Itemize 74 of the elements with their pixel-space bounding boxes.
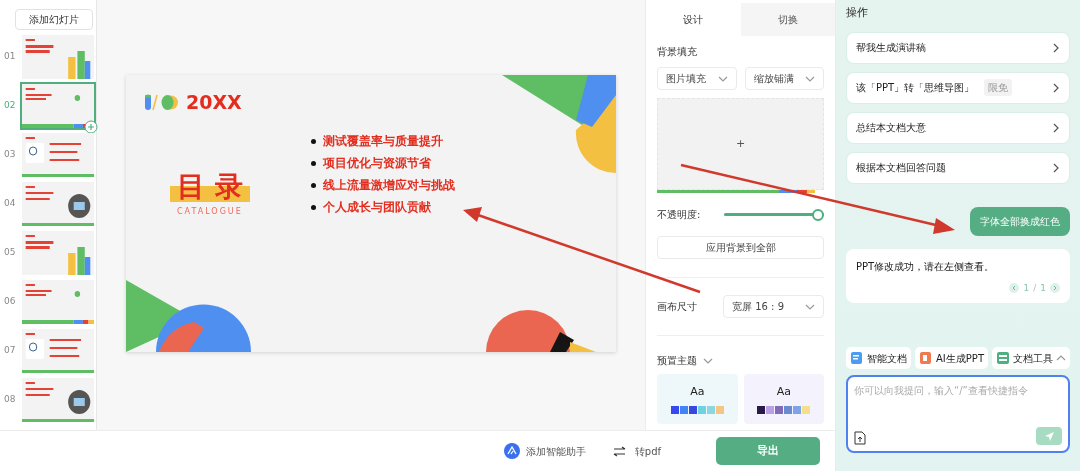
input-box[interactable]: 你可以向我提问，输入“/”查看快捷指令	[846, 375, 1070, 453]
slide-item[interactable]	[22, 280, 94, 324]
bullet-text: 测试覆盖率与质量提升	[323, 133, 443, 150]
slides-icon	[919, 351, 934, 365]
opacity-slider[interactable]	[724, 208, 825, 221]
chevron-right-icon	[1052, 82, 1060, 93]
bullet-icon	[311, 160, 316, 166]
upload-file-icon[interactable]	[854, 431, 867, 445]
swap-icon	[612, 445, 626, 457]
page-number: 1	[1023, 281, 1030, 295]
image-upload-area[interactable]: +	[657, 98, 825, 190]
bullet-text: 项目优化与资源节省	[323, 155, 431, 172]
slide-number: 05	[4, 246, 17, 260]
chevron-up-icon	[1056, 353, 1066, 363]
convert-pdf-button[interactable]: 转pdf	[612, 443, 662, 459]
suggestion-item[interactable]: 帮我生成演讲稿	[846, 31, 1070, 64]
chevron-right-icon	[1052, 122, 1060, 133]
slide-item[interactable]	[22, 84, 94, 128]
themes-label: 预置主题	[657, 354, 698, 368]
slide-number: 06	[4, 295, 17, 309]
slide-item[interactable]	[22, 182, 94, 226]
assistant-logo-icon	[503, 443, 520, 459]
slide-item[interactable]	[22, 329, 94, 373]
slide-number: 02	[4, 99, 17, 113]
chevron-right-icon	[1052, 42, 1060, 53]
chevron-right-icon	[1052, 162, 1060, 173]
slide-item[interactable]	[22, 231, 94, 275]
add-assistant-button[interactable]: 添加智能助手	[503, 443, 586, 459]
slide-number: 07	[4, 344, 17, 358]
bullet-icon	[311, 182, 316, 188]
bullet-text: 个人成长与团队贡献	[323, 199, 431, 216]
slide-number: 04	[4, 197, 17, 211]
user-message: 字体全部换成红色	[970, 206, 1070, 236]
send-icon	[1043, 430, 1055, 442]
add-slide-button[interactable]: 添加幻灯片	[15, 9, 93, 30]
year-text: 20XX	[186, 90, 242, 115]
slide-number: 03	[4, 148, 17, 162]
suggestion-item[interactable]: 总结本文档大意	[846, 111, 1070, 144]
slide-item[interactable]	[22, 133, 94, 177]
bullet-icon	[311, 204, 316, 210]
page-separator: /	[1033, 281, 1037, 295]
slide-item[interactable]	[22, 378, 94, 422]
bullet-icon	[311, 138, 316, 144]
suggestion-item[interactable]: 该「PPT」转「思维导图」 限免	[846, 71, 1070, 104]
document-icon	[850, 351, 865, 365]
panel-tab[interactable]: 切换	[740, 3, 836, 36]
opacity-label: 不透明度:	[657, 208, 702, 222]
dropdown[interactable]: 图片填充	[657, 67, 737, 90]
section-label: 背景填充	[657, 45, 699, 59]
slide-number: 08	[4, 393, 17, 407]
slide-subtitle: CATALOGUE	[177, 206, 243, 218]
logo-icon	[144, 93, 178, 112]
slide-item[interactable]	[22, 35, 94, 79]
toolbox-icon	[996, 351, 1010, 365]
suggestion-item[interactable]: 根据本文档回答问题	[846, 151, 1070, 184]
canvas-size-dropdown[interactable]: 宽屏 16 : 9	[723, 295, 825, 318]
add-icon[interactable]	[84, 120, 98, 134]
reply-text: PPT修改成功，请在左侧查看。	[856, 259, 996, 274]
page-total: 1	[1040, 281, 1046, 295]
theme-card[interactable]: Aa	[657, 374, 738, 424]
previous-icon[interactable]	[1009, 283, 1020, 294]
theme-card[interactable]: Aa	[743, 374, 825, 424]
bullet-text: 线上流量激增应对与挑战	[323, 177, 455, 194]
next-icon[interactable]	[1050, 283, 1060, 294]
tool-button[interactable]: AI生成PPT	[915, 347, 988, 369]
tool-button[interactable]: 文档工具	[992, 347, 1070, 369]
chat-input[interactable]: 你可以向我提问，输入“/”查看快捷指令	[854, 383, 1062, 427]
dropdown[interactable]: 缩放铺满	[744, 67, 825, 90]
intro-text: 操作	[846, 5, 870, 21]
tool-button[interactable]: 智能文档	[846, 347, 912, 369]
apply-background-button[interactable]: 应用背景到全部	[657, 236, 825, 259]
slide-number: 01	[4, 50, 17, 64]
canvas-size-label: 画布尺寸	[657, 300, 699, 314]
free-tag: 限免	[984, 79, 1013, 96]
